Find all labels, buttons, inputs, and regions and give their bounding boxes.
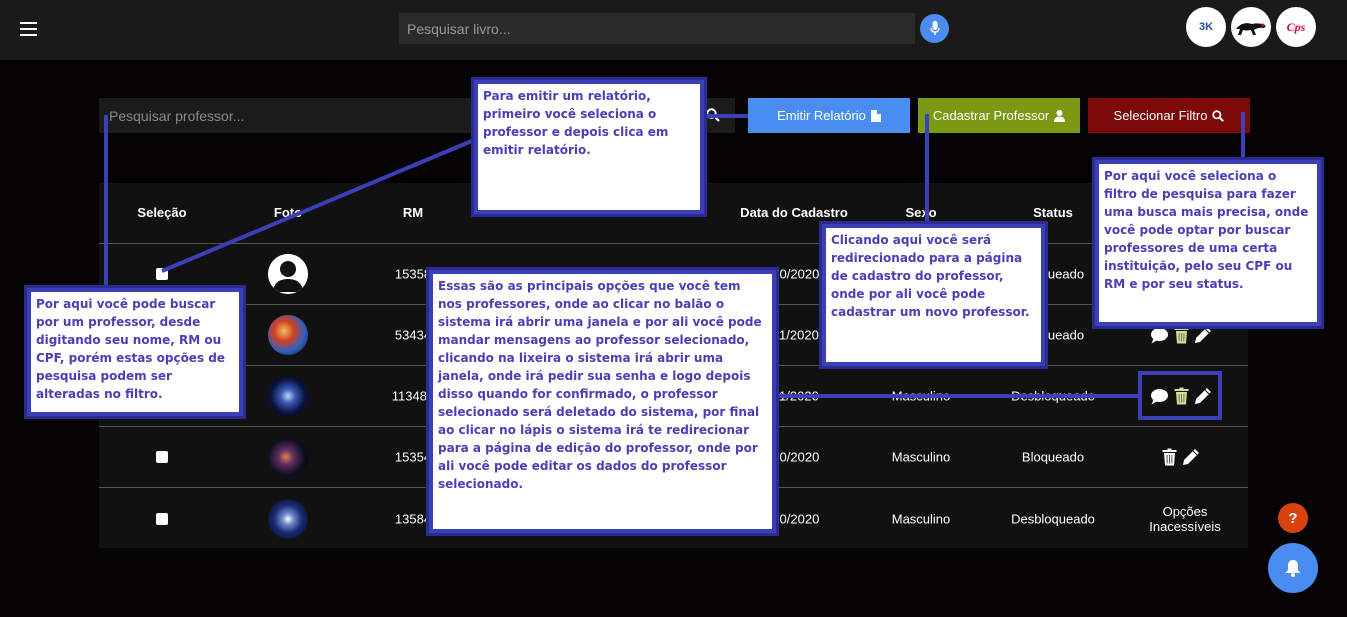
default-user-icon [268,254,308,294]
avatar [268,254,308,294]
header-selection: Seleção [137,205,187,220]
logo-3k[interactable]: 3K [1186,7,1226,47]
trash-icon[interactable] [1162,448,1177,466]
file-icon [870,109,881,122]
menu-icon[interactable] [20,22,37,36]
header-date: Data do Cadastro [740,205,848,220]
cell-rm: 113483 [391,388,435,404]
note-row-actions: Essas são as principais opções que você … [429,270,776,533]
note-emit-report: Para emitir um relatório, primeiro você … [474,80,704,214]
header-photo: Foto [273,205,303,220]
emit-report-button[interactable]: Emitir Relatório [748,98,910,133]
microphone-button[interactable] [920,14,949,43]
message-bubble-icon[interactable] [1151,388,1169,404]
row-actions [1151,387,1212,405]
help-button[interactable]: ? [1278,503,1308,533]
pencil-icon[interactable] [1195,327,1212,344]
cell-date: /10/2020 [768,449,820,465]
note-register-professor: Clicando aqui você será redirecionado pa… [822,224,1045,366]
animal-logo-icon [1236,23,1266,35]
cell-date: /11/2020 [769,388,819,404]
cell-status: Desbloqueado [1011,388,1095,404]
cell-date: /11/2020 [769,327,819,343]
row-checkbox[interactable] [156,268,168,280]
row-checkbox[interactable] [156,451,168,463]
header-sex: Sexo [905,205,937,220]
book-search-input[interactable] [399,13,915,44]
notifications-button[interactable] [1268,543,1318,593]
cell-rm: 15358 [394,266,432,282]
search-icon [1212,109,1225,122]
row-checkbox[interactable] [156,512,168,525]
message-bubble-icon[interactable] [1151,327,1169,343]
avatar [268,376,308,416]
cell-sex: Masculino [891,449,951,465]
note-select-filter: Por aqui você seleciona o filtro de pesq… [1095,160,1321,326]
avatar [268,315,308,355]
pencil-icon[interactable] [1183,449,1200,466]
cell-rm: 53434 [394,327,432,343]
select-filter-button[interactable]: Selecionar Filtro [1088,98,1250,133]
top-navbar: 3K Cps [0,0,1347,60]
user-icon [1054,109,1066,122]
row-actions [1151,326,1212,344]
search-icon[interactable] [706,108,720,122]
trash-icon[interactable] [1174,326,1189,344]
header-rm: RM [402,205,424,220]
cell-date: /10/2020 [768,511,820,526]
cell-status: Bloqueado [1021,449,1085,465]
note-professor-search: Por aqui você pode buscar por um profess… [27,288,243,416]
register-professor-button[interactable]: Cadastrar Professor [918,98,1080,133]
cell-date: /10/2020 [768,266,820,282]
trash-icon[interactable] [1174,387,1189,405]
logo-cps[interactable]: Cps [1276,7,1316,47]
avatar [268,437,308,477]
cell-sex: Masculino [891,388,951,404]
header-status: Status [1033,205,1073,220]
avatar [268,498,308,539]
cell-status: Desbloqueado [1011,511,1095,526]
pencil-icon[interactable] [1195,388,1212,405]
bell-icon [1285,560,1301,577]
microphone-icon [929,21,940,35]
logo-animal[interactable] [1231,7,1271,47]
options-unavailable-text: Opções Inacessíveis [1149,503,1221,534]
cell-sex: Masculino [891,511,951,526]
cell-rm: 13584 [394,511,432,526]
cell-rm: 15354 [394,449,432,465]
row-actions [1162,448,1200,466]
